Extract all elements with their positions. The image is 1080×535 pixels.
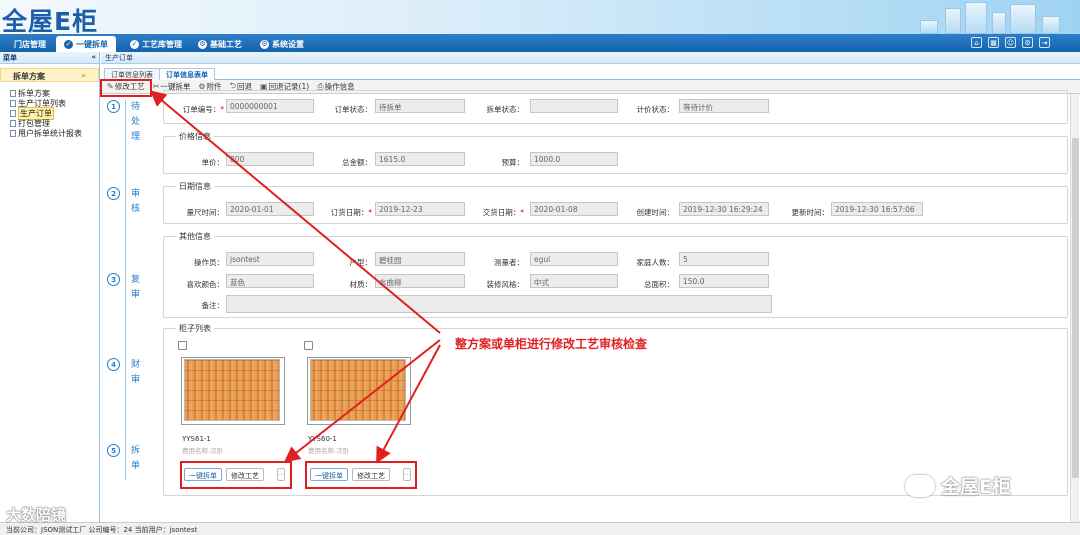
- watermark-right: 全屋E柜: [905, 472, 1011, 499]
- annotation-arrows: [149, 90, 441, 464]
- wechat-icon: [905, 474, 935, 497]
- watermark-left: 大数陪镜: [6, 506, 67, 524]
- status-bar: 当前公司：JSON测试工厂 公司编号：24 当前用户：jsontest: [0, 522, 1080, 535]
- annotation-text: 整方案或单柜进行修改工艺审核检查: [455, 337, 648, 351]
